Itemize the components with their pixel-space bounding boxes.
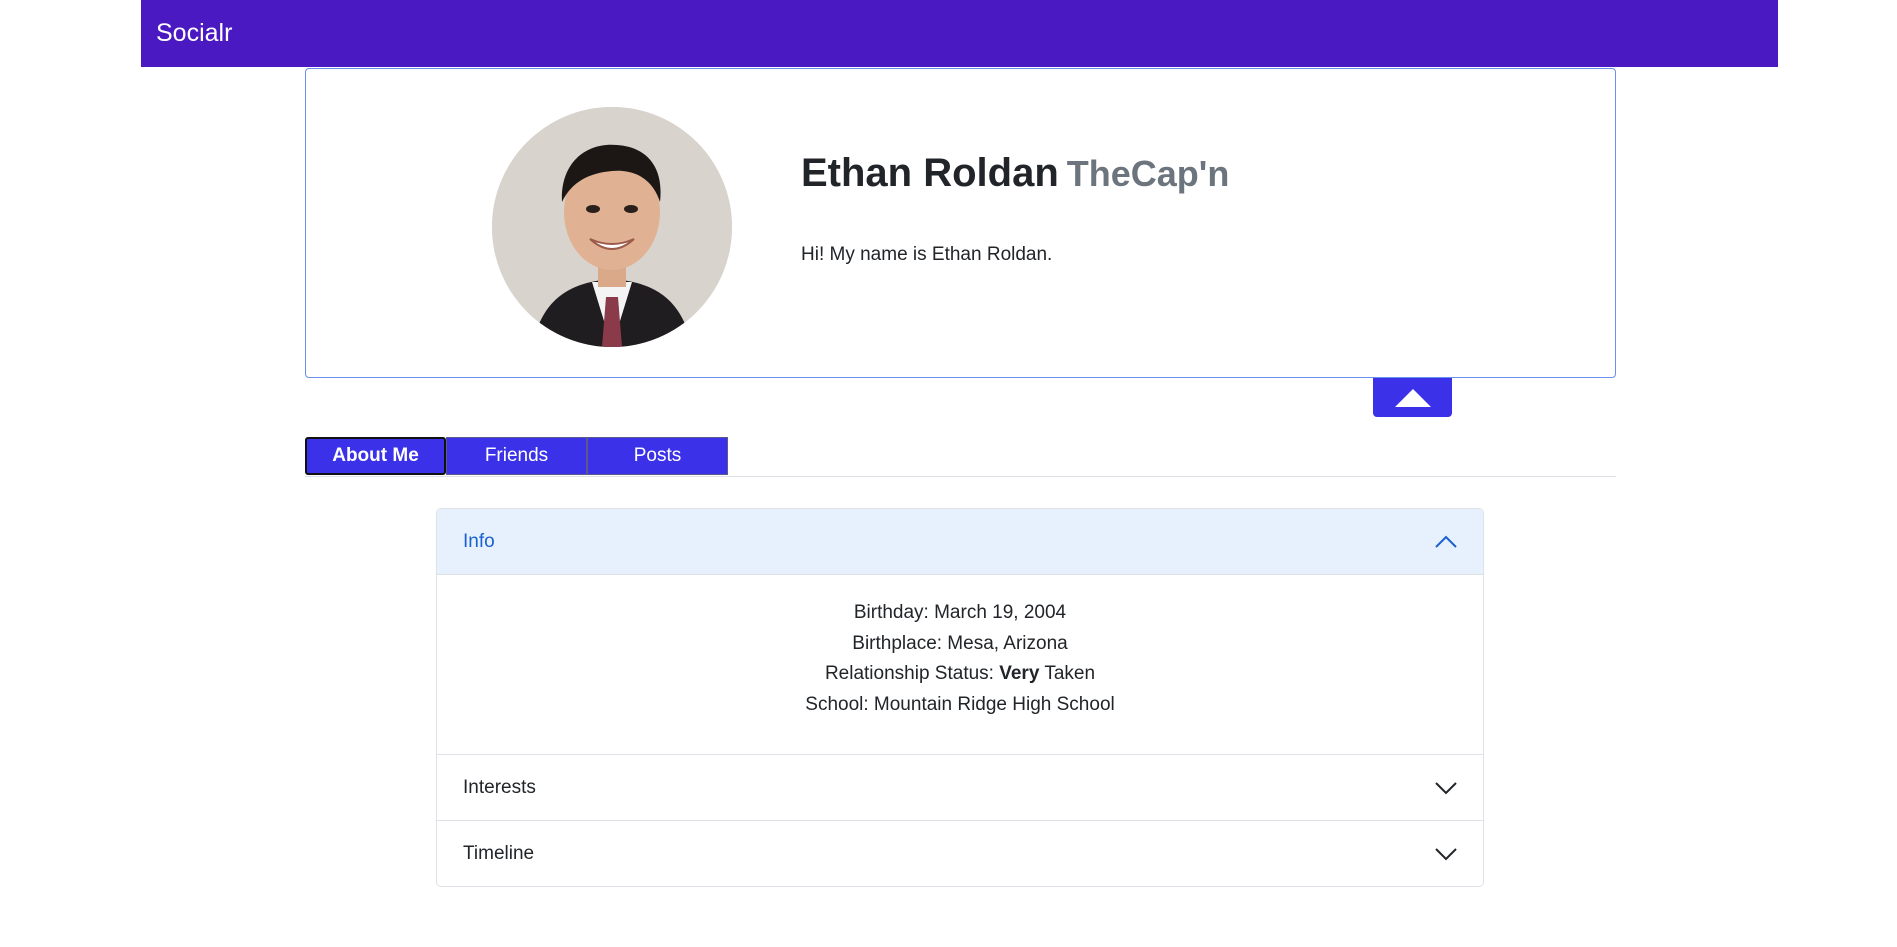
info-birthplace: Birthplace: Mesa, Arizona <box>852 632 1068 654</box>
profile-name-line: Ethan Roldan TheCap'n <box>801 151 1229 196</box>
profile-bio: Hi! My name is Ethan Roldan. <box>801 244 1053 265</box>
avatar <box>492 107 732 347</box>
chevron-down-icon <box>1435 781 1457 794</box>
relationship-emphasis: Very <box>999 663 1040 684</box>
profile-full-name: Ethan Roldan <box>801 151 1059 195</box>
tab-posts[interactable]: Posts <box>587 437 728 475</box>
accordion-header-interests[interactable]: Interests <box>437 754 1483 820</box>
brand-logo[interactable]: Socialr <box>156 19 232 48</box>
about-accordion: Info Birthday: March 19, 2004 Birthplace… <box>436 508 1484 887</box>
chevron-up-icon <box>1435 535 1457 548</box>
accordion-title-timeline: Timeline <box>463 842 535 864</box>
accordion-title-interests: Interests <box>463 776 536 798</box>
info-relationship: Relationship Status: Very Taken <box>457 659 1463 690</box>
navbar: Socialr <box>141 0 1778 67</box>
tab-friends[interactable]: Friends <box>446 437 587 475</box>
chevron-down-icon <box>1435 847 1457 860</box>
accordion-body-info: Birthday: March 19, 2004 Birthplace: Mes… <box>437 575 1483 754</box>
profile-nickname: TheCap'n <box>1066 153 1230 194</box>
relationship-prefix: Relationship Status: <box>824 663 994 684</box>
info-school: School: Mountain Ridge High School <box>805 693 1115 715</box>
caret-up-icon <box>1394 388 1431 407</box>
avatar-image <box>492 107 732 347</box>
accordion-header-info[interactable]: Info <box>437 509 1483 575</box>
collapse-profile-button[interactable] <box>1373 378 1452 417</box>
relationship-suffix: Taken <box>1044 663 1096 684</box>
accordion-header-timeline[interactable]: Timeline <box>437 820 1483 886</box>
accordion-title-info: Info <box>463 530 495 552</box>
profile-tabs: About Me Friends Posts <box>305 437 1616 477</box>
info-birthday: Birthday: March 19, 2004 <box>853 602 1067 623</box>
tab-about-me[interactable]: About Me <box>305 437 446 475</box>
profile-card: Ethan Roldan TheCap'n Hi! My name is Etha… <box>305 68 1616 378</box>
